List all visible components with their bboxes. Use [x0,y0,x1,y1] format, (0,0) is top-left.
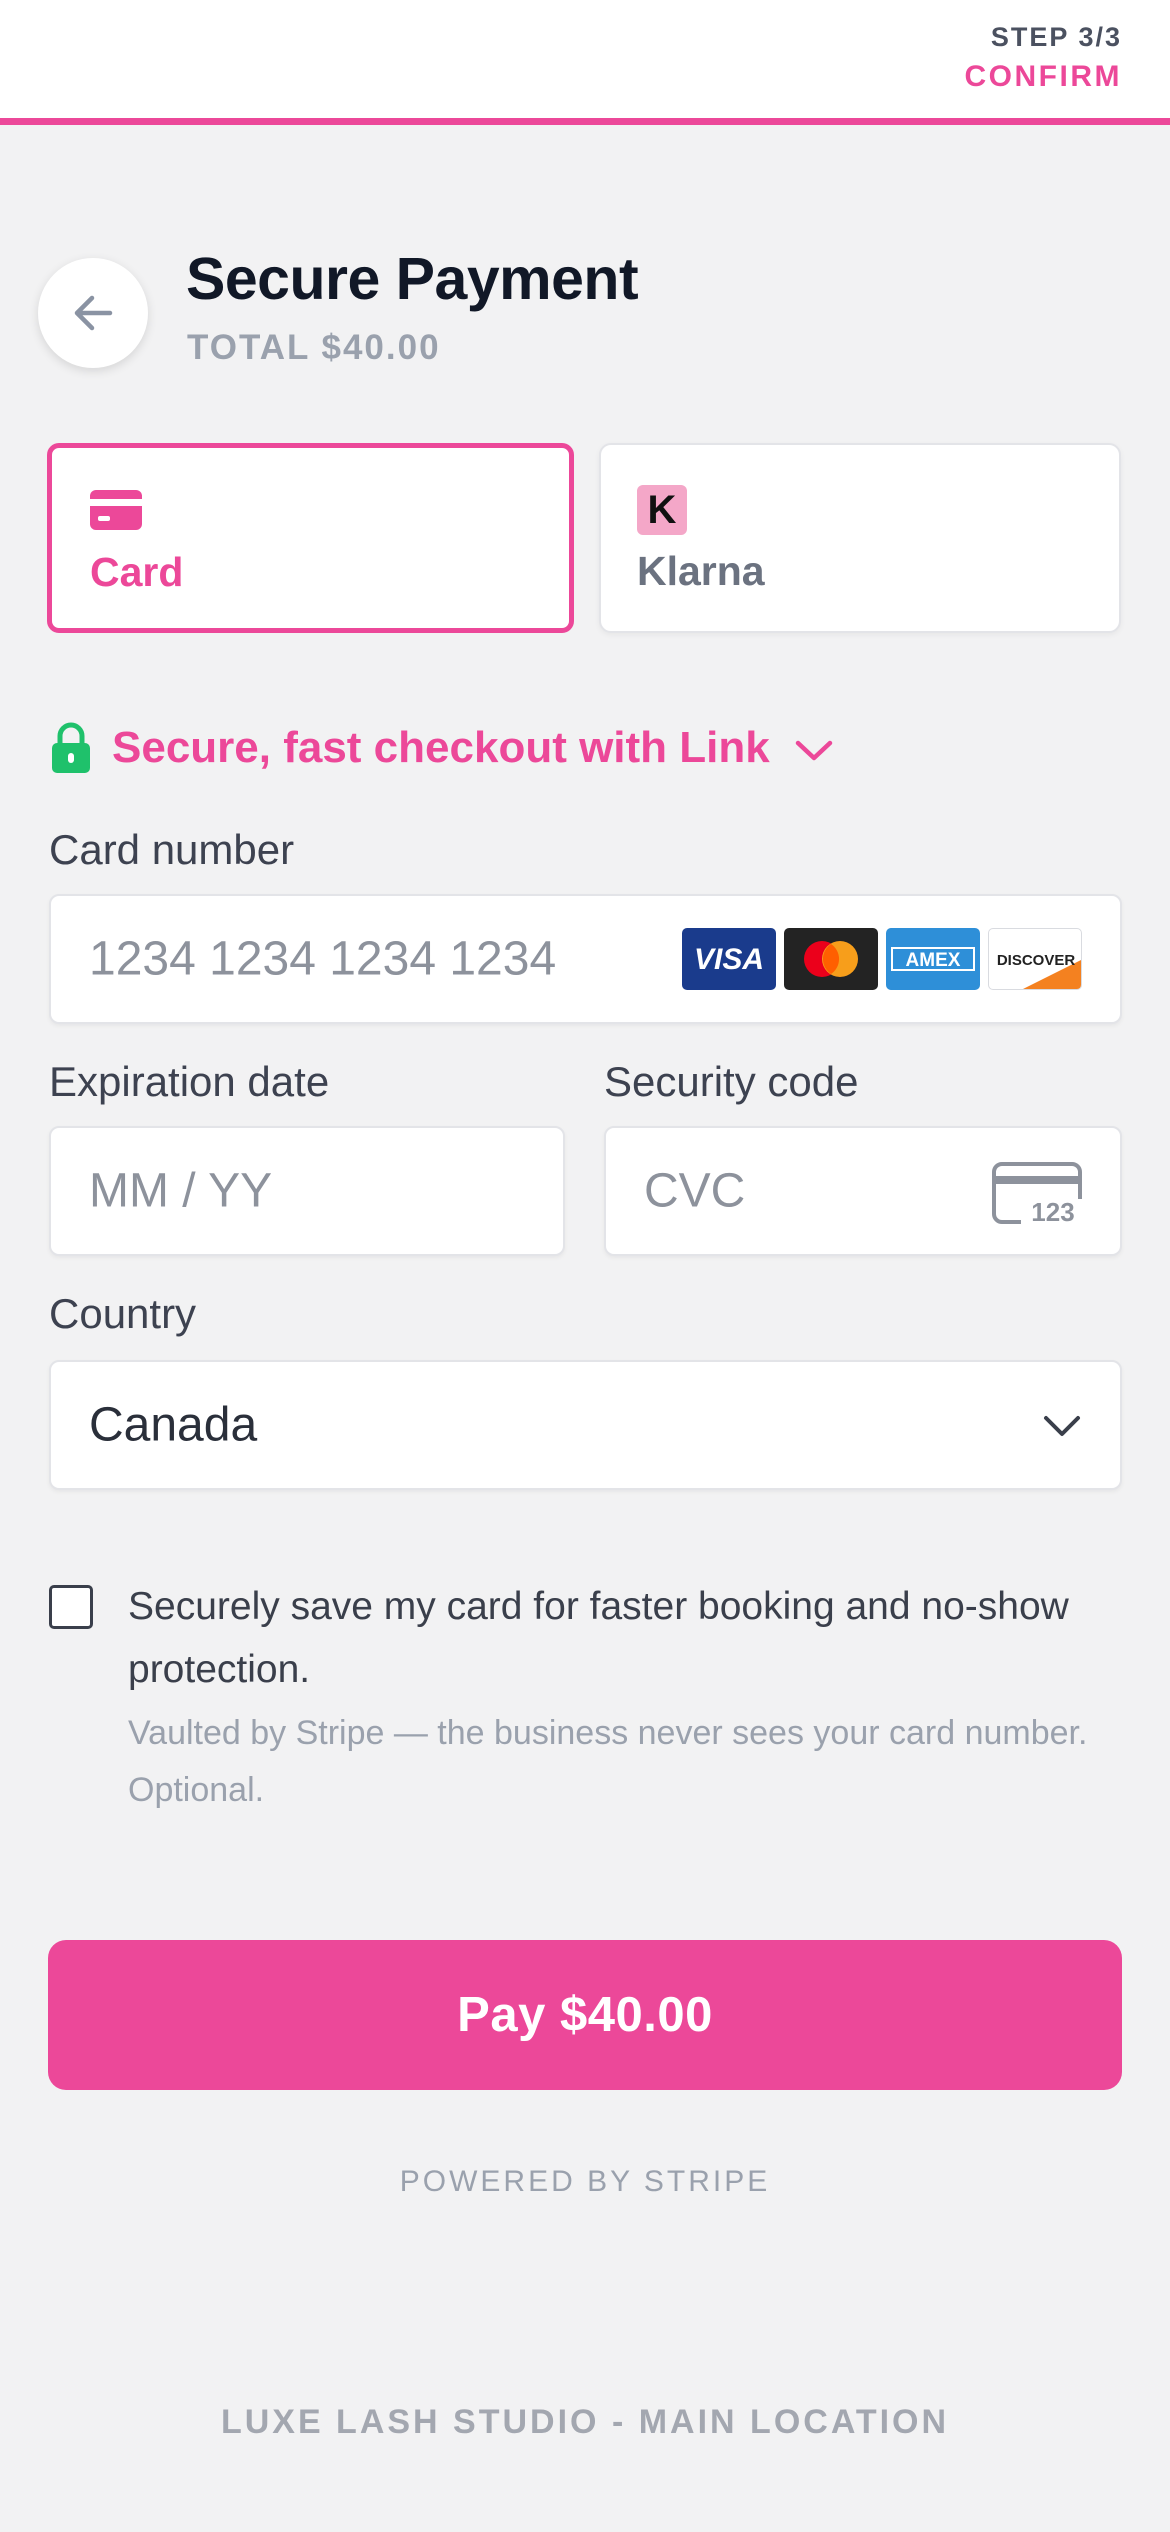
svg-text:AMEX: AMEX [906,950,961,971]
tab-card-label: Card [90,549,184,595]
business-location: LUXE LASH STUDIO - MAIN LOCATION [220,2403,950,2441]
svg-text:VISA: VISA [694,943,764,976]
klarna-logo: K [637,485,687,535]
pay-button[interactable]: Pay $40.00 [48,1940,1122,2090]
step-name: CONFIRM [964,60,1122,93]
save-card-subtext: Vaulted by Stripe — the business never s… [128,1714,1088,1809]
expiration-input[interactable]: MM / YY [49,1126,565,1256]
order-total: TOTAL $40.00 [187,328,441,367]
lock-icon [52,722,90,773]
link-checkout-text: Secure, fast checkout with Link [112,723,770,772]
powered-by-stripe: POWERED BY STRIPE [399,2165,771,2198]
step-indicator: STEP 3/3 [990,22,1122,52]
expiration-placeholder: MM / YY [89,1164,273,1218]
page-title: Secure Payment [186,246,639,312]
country-label: Country [49,1290,197,1337]
tab-card[interactable]: Card [47,443,574,633]
security-code-placeholder: CVC [644,1164,746,1218]
card-number-placeholder: 1234 1234 1234 1234 [89,932,557,986]
save-card-label: Securely save my card for faster booking… [128,1585,1069,1691]
mastercard-logo [784,928,878,990]
discover-logo: DISCOVER [988,928,1082,990]
arrow-left-icon [74,295,113,331]
country-select[interactable]: Canada [49,1360,1122,1490]
save-card-checkbox[interactable] [49,1585,93,1629]
card-number-label: Card number [49,826,295,873]
security-code-label: Security code [604,1058,859,1105]
expiration-label: Expiration date [49,1058,330,1105]
visa-logo: VISA [682,928,776,990]
back-button[interactable] [38,258,148,368]
chevron-down-icon [1044,1416,1080,1436]
security-code-input[interactable]: CVC 123 [604,1126,1122,1256]
credit-card-icon [90,490,142,535]
link-checkout-toggle[interactable]: Secure, fast checkout with Link [50,718,834,778]
svg-text:123: 123 [1031,1197,1074,1227]
top-bar: STEP 3/3 CONFIRM [0,0,1170,125]
tab-klarna-label: Klarna [637,548,765,594]
svg-text:DISCOVER: DISCOVER [997,952,1076,969]
progress-bar [0,118,1170,125]
cvc-card-icon: 123 [992,1162,1085,1227]
card-number-input[interactable]: 1234 1234 1234 1234 VISA AMEX DISCOVER [49,894,1122,1024]
amex-logo: AMEX [886,928,980,990]
tab-klarna[interactable]: K Klarna [599,443,1121,633]
chevron-down-icon [795,740,832,761]
country-value: Canada [89,1398,258,1452]
